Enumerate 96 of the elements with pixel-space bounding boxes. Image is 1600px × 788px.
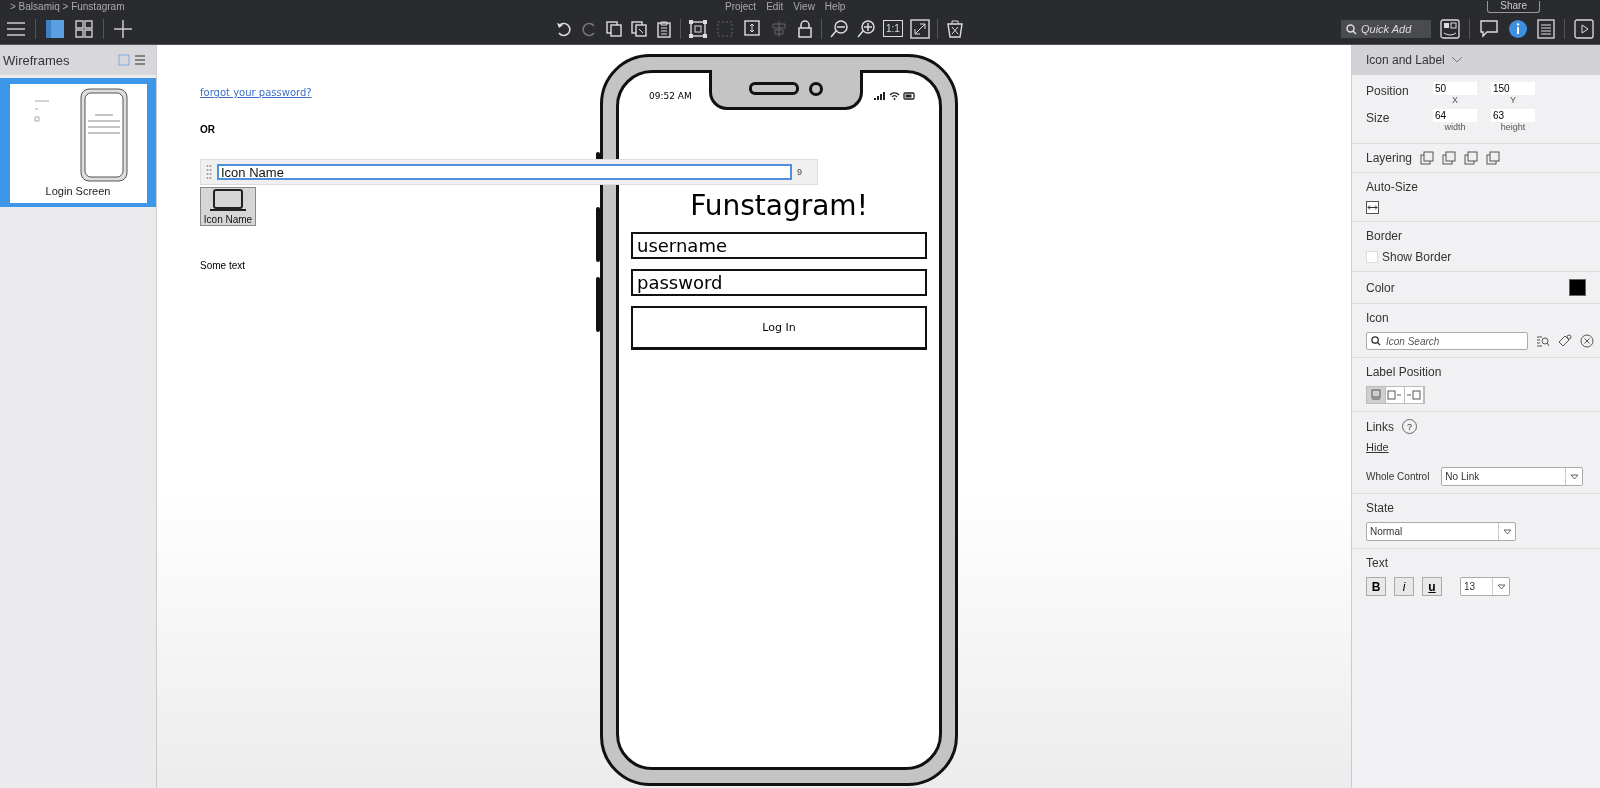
menu-item[interactable]: View <box>793 0 815 13</box>
duplicate-icon[interactable] <box>630 19 648 38</box>
field-caption: Y <box>1510 95 1516 105</box>
actual-size-button[interactable]: 1:1 <box>883 20 903 37</box>
search-icon <box>1346 23 1357 35</box>
zoom-in-icon[interactable] <box>856 18 876 39</box>
layer-icon[interactable] <box>1442 151 1457 165</box>
menu-icon[interactable] <box>6 19 26 38</box>
lock-icon[interactable] <box>796 18 814 39</box>
section-title: Label Position <box>1366 365 1442 379</box>
text-style-button[interactable]: i <box>1394 577 1414 596</box>
search-icon <box>1371 336 1381 346</box>
height-field[interactable]: 63 <box>1491 109 1535 122</box>
field-caption: height <box>1500 122 1526 132</box>
delete-icon[interactable] <box>944 18 965 39</box>
chevron-down-icon[interactable] <box>1450 56 1463 64</box>
clear-icon[interactable] <box>1580 334 1594 348</box>
menu-item[interactable]: Project <box>725 0 757 13</box>
clipboard-icon[interactable] <box>655 19 673 38</box>
section-title: Text <box>1366 556 1388 570</box>
label-position-toggle[interactable] <box>1405 387 1424 403</box>
label-position-toggle[interactable] <box>1386 387 1405 403</box>
menu-item[interactable]: Help <box>824 0 846 13</box>
zoom-out-icon[interactable] <box>829 18 849 39</box>
text-style-button[interactable]: u <box>1422 577 1442 596</box>
forgot-password-link[interactable]: forgot your password? <box>200 87 312 98</box>
icon-and-label-component[interactable]: Icon Name <box>200 187 256 226</box>
inspector-title[interactable]: Icon and Label <box>1366 53 1445 67</box>
share-button[interactable]: Share <box>1487 0 1540 13</box>
field-label: Whole Control <box>1366 471 1430 482</box>
field-caption: width <box>1444 122 1466 132</box>
section-title: Layering <box>1366 151 1413 165</box>
color-swatch[interactable] <box>1569 279 1586 296</box>
label-position-toggle[interactable] <box>1367 387 1386 403</box>
menu-icon[interactable] <box>134 54 146 66</box>
group-icon[interactable] <box>688 18 708 39</box>
field-caption: X <box>1452 95 1458 105</box>
layer-icon[interactable] <box>1486 151 1501 165</box>
text-style-button[interactable]: B <box>1366 577 1386 596</box>
section-title: State <box>1366 501 1395 515</box>
link-dropdown[interactable]: No Link <box>1441 467 1584 486</box>
comment-icon[interactable] <box>1479 18 1499 39</box>
checkbox[interactable] <box>1366 251 1378 263</box>
icon-search-field[interactable]: Icon Search <box>1366 332 1528 350</box>
section-title: Auto-Size <box>1366 180 1419 194</box>
drag-handle-icon[interactable] <box>206 164 212 180</box>
character-count: 9 <box>797 167 802 177</box>
section-title: Links <box>1366 419 1394 434</box>
single-view-icon[interactable] <box>45 18 65 39</box>
label-position-icon <box>1368 389 1384 401</box>
text-input[interactable]: password <box>631 269 927 296</box>
login-button[interactable]: Log In <box>631 306 927 350</box>
wireframe-thumbnail[interactable]: Login Screen <box>0 78 156 207</box>
plus-icon[interactable] <box>113 18 133 39</box>
list-icon[interactable] <box>1537 18 1555 39</box>
copy-icon[interactable] <box>605 19 623 38</box>
caret-icon <box>1502 528 1512 535</box>
section-title: Border <box>1366 229 1403 243</box>
status-icons <box>873 91 917 101</box>
panel-title: Wireframes <box>3 52 70 68</box>
tag-icon[interactable] <box>1558 334 1572 348</box>
x-field[interactable]: 50 <box>1433 82 1477 95</box>
caret-icon <box>1496 583 1506 590</box>
quick-add-field[interactable]: Quick Add <box>1341 19 1431 38</box>
laptop-icon <box>208 188 248 214</box>
field-label: Position <box>1366 83 1410 98</box>
or-label: OR <box>200 124 215 135</box>
field-label: Size <box>1366 110 1391 125</box>
text-input[interactable]: username <box>631 232 927 259</box>
app-title: Funstagram! <box>690 189 868 222</box>
caret-icon <box>1569 473 1579 480</box>
section-title: Color <box>1366 280 1395 295</box>
label-input[interactable]: Icon Name <box>217 164 792 180</box>
font-size-dropdown[interactable]: 13 <box>1460 577 1510 596</box>
checkbox-label: Show Border <box>1382 250 1452 264</box>
hide-link[interactable]: Hide <box>1366 441 1389 453</box>
info-icon[interactable] <box>1508 18 1528 39</box>
state-dropdown[interactable]: Normal <box>1366 522 1516 541</box>
status-time: 09:52 AM <box>649 91 692 101</box>
grid-view-icon[interactable] <box>74 18 94 39</box>
width-field[interactable]: 64 <box>1433 109 1477 122</box>
layer-icon[interactable] <box>1464 151 1479 165</box>
fit-icon[interactable] <box>909 18 930 39</box>
browse-icon[interactable] <box>1536 334 1550 348</box>
label-position-icon <box>1387 389 1403 401</box>
auto-size-icon[interactable] <box>1366 201 1379 214</box>
layer-icon[interactable] <box>1420 151 1435 165</box>
play-icon[interactable] <box>1574 18 1594 39</box>
y-field[interactable]: 150 <box>1491 82 1535 95</box>
menu-item[interactable]: Edit <box>766 0 784 13</box>
ui-library-icon[interactable] <box>1440 18 1460 39</box>
breadcrumb: > Balsamiq > Funstagram <box>10 0 125 13</box>
section-title: Icon <box>1366 311 1389 325</box>
text-label: Some text <box>200 260 246 271</box>
resize-icon[interactable] <box>742 18 762 39</box>
label-position-icon <box>1406 389 1422 401</box>
